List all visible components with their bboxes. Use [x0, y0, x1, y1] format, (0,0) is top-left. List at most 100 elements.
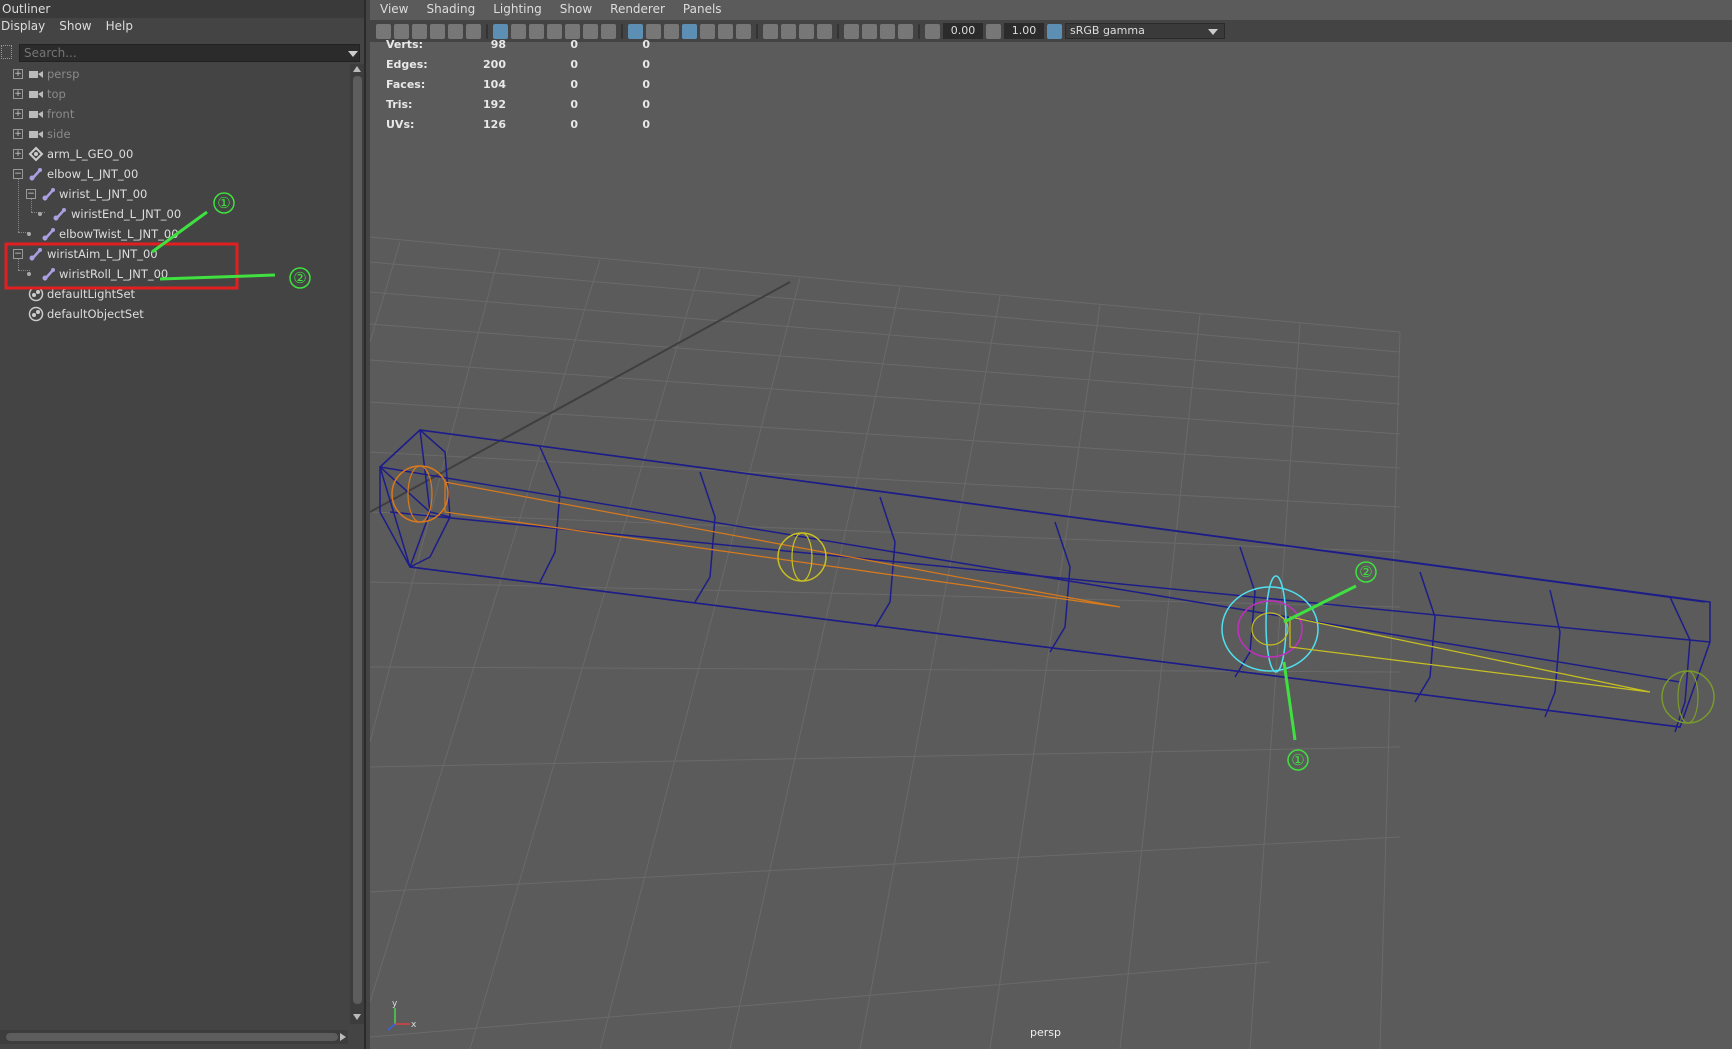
- joint-icon: [28, 246, 44, 262]
- collapse-icon[interactable]: −: [13, 169, 23, 179]
- textured-icon[interactable]: [700, 23, 715, 39]
- smooth-shade-icon[interactable]: [646, 23, 661, 39]
- camera-attributes-icon[interactable]: [394, 23, 409, 39]
- expand-icon[interactable]: +: [13, 89, 23, 99]
- menu-display[interactable]: Display: [1, 19, 45, 38]
- outliner-panel: Outliner Display Show Help +: [0, 0, 366, 1049]
- wireframe-icon[interactable]: [628, 23, 643, 39]
- exposure-field[interactable]: 0.00: [943, 23, 983, 39]
- expand-icon[interactable]: +: [13, 129, 23, 139]
- wireframe-on-shaded-icon[interactable]: [682, 23, 697, 39]
- outliner-item-arm-geo[interactable]: + arm_L_GEO_00: [0, 144, 340, 164]
- gate-mask-icon[interactable]: [547, 23, 562, 39]
- outliner-item-persp[interactable]: + persp: [0, 64, 340, 84]
- ambient-occlusion-icon[interactable]: [763, 23, 778, 39]
- resolution-gate-icon[interactable]: [529, 23, 544, 39]
- gamma-field[interactable]: 1.00: [1004, 23, 1044, 39]
- menu-view[interactable]: View: [380, 2, 408, 22]
- menu-help[interactable]: Help: [106, 19, 133, 38]
- camera-icon: [28, 126, 44, 142]
- scroll-right-icon[interactable]: [340, 1033, 346, 1041]
- expand-icon[interactable]: +: [13, 109, 23, 119]
- collapse-icon[interactable]: −: [13, 249, 23, 259]
- default-material-icon[interactable]: [664, 23, 679, 39]
- outliner-menubar: Display Show Help: [0, 18, 364, 38]
- search-dropdown-icon[interactable]: [348, 51, 358, 57]
- joint-icon: [41, 186, 57, 202]
- xray-icon[interactable]: [862, 23, 877, 39]
- safe-action-icon[interactable]: [583, 23, 598, 39]
- two-d-pan-icon[interactable]: [448, 23, 463, 39]
- menu-show[interactable]: Show: [59, 19, 91, 38]
- menu-renderer[interactable]: Renderer: [610, 2, 665, 22]
- isolate-select-icon[interactable]: [844, 23, 859, 39]
- hud-row: Verts: 98 0 0: [386, 38, 650, 51]
- toolbar-separator: [621, 23, 623, 39]
- toolbar-separator: [918, 23, 920, 39]
- outliner-item-defaultobjectset[interactable]: defaultObjectSet: [0, 304, 340, 324]
- elbow-twist-joint[interactable]: [777, 532, 827, 582]
- ground-grid: [370, 236, 1401, 1049]
- depth-of-field-icon[interactable]: [817, 23, 832, 39]
- outliner-item-wiristend-joint[interactable]: wiristEnd_L_JNT_00: [0, 204, 340, 224]
- outliner-item-wiristroll-joint[interactable]: wiristRoll_L_JNT_00: [0, 264, 340, 284]
- set-icon: [28, 286, 44, 302]
- wirist-end-joint[interactable]: [1661, 670, 1715, 724]
- joint-icon: [41, 266, 57, 282]
- wirist-roll-joint[interactable]: [1289, 616, 1651, 693]
- field-chart-icon[interactable]: [565, 23, 580, 39]
- scroll-up-icon[interactable]: [353, 66, 361, 72]
- grid-toggle-icon[interactable]: [493, 23, 508, 39]
- outliner-item-front[interactable]: + front: [0, 104, 340, 124]
- xray-active-icon[interactable]: [880, 23, 895, 39]
- select-filter-icon[interactable]: [1, 45, 12, 59]
- outliner-item-wirist-joint[interactable]: − wirist_L_JNT_00: [0, 184, 340, 204]
- grease-pencil-icon[interactable]: [466, 23, 481, 39]
- arm-mesh-wireframe[interactable]: [379, 428, 1711, 733]
- menu-show[interactable]: Show: [560, 2, 592, 22]
- camera-select-icon[interactable]: [376, 23, 391, 39]
- axis-y-label: y: [392, 999, 398, 1009]
- collapse-icon[interactable]: −: [26, 189, 36, 199]
- scene-view[interactable]: y x: [370, 42, 1732, 1049]
- scroll-thumb[interactable]: [6, 1033, 338, 1041]
- outliner-item-wiristaim-joint[interactable]: − wiristAim_L_JNT_00: [0, 244, 340, 264]
- exposure-icon[interactable]: [925, 23, 940, 39]
- poly-count-hud: Verts: 98 0 0 Edges: 200 0 0 Faces: 104 …: [386, 38, 650, 138]
- anti-aliasing-icon[interactable]: [799, 23, 814, 39]
- scroll-thumb[interactable]: [353, 76, 362, 1004]
- image-plane-icon[interactable]: [430, 23, 445, 39]
- film-gate-icon[interactable]: [511, 23, 526, 39]
- outliner-item-side[interactable]: + side: [0, 124, 340, 144]
- bookmark-icon[interactable]: [412, 23, 427, 39]
- wirist-aim-joint[interactable]: [1221, 575, 1319, 673]
- viewport-panel[interactable]: View Shading Lighting Show Renderer Pane…: [370, 0, 1732, 1049]
- xray-joints-icon[interactable]: [898, 23, 913, 39]
- outliner-item-elbowtwist-joint[interactable]: elbowTwist_L_JNT_00: [0, 224, 340, 244]
- leaf-dot: [38, 212, 42, 216]
- safe-title-icon[interactable]: [601, 23, 616, 39]
- scroll-down-icon[interactable]: [353, 1014, 361, 1020]
- lights-icon[interactable]: [718, 23, 733, 39]
- gamma-icon[interactable]: [986, 23, 1001, 39]
- toolbar-separator: [756, 23, 758, 39]
- motion-blur-icon[interactable]: [781, 23, 796, 39]
- outliner-item-elbow-joint[interactable]: − elbow_L_JNT_00: [0, 164, 340, 184]
- outliner-vertical-scrollbar[interactable]: [350, 64, 364, 1024]
- search-input[interactable]: [19, 44, 360, 62]
- view-transform-select[interactable]: sRGB gamma: [1065, 23, 1225, 39]
- shadows-icon[interactable]: [736, 23, 751, 39]
- color-management-icon[interactable]: [1047, 23, 1062, 39]
- expand-icon[interactable]: +: [13, 69, 23, 79]
- menu-panels[interactable]: Panels: [683, 2, 722, 22]
- menu-shading[interactable]: Shading: [426, 2, 475, 22]
- leaf-dot: [27, 232, 31, 236]
- outliner-item-top[interactable]: + top: [0, 84, 340, 104]
- joint-icon: [52, 206, 68, 222]
- menu-lighting[interactable]: Lighting: [493, 2, 542, 22]
- grid-axis-line: [370, 281, 791, 513]
- outliner-item-defaultlightset[interactable]: defaultLightSet: [0, 284, 340, 304]
- expand-icon[interactable]: +: [13, 149, 23, 159]
- hud-row: Edges: 200 0 0: [386, 58, 650, 71]
- outliner-horizontal-scrollbar[interactable]: [0, 1030, 348, 1044]
